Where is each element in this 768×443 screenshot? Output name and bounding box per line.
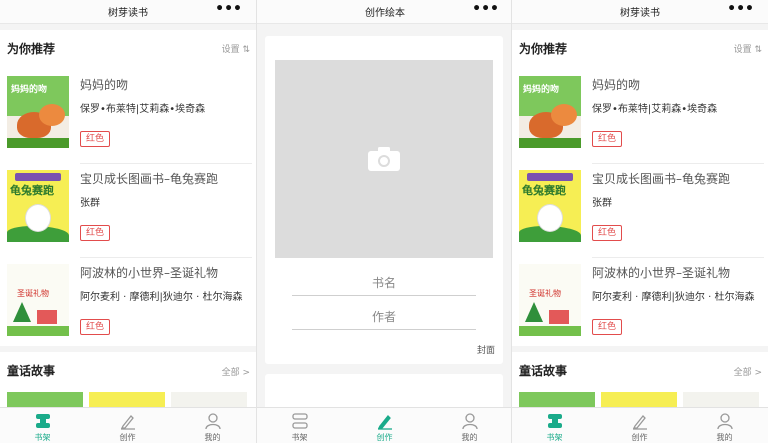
book-title[interactable]: 阿波林的小世界–圣诞礼物 [592,264,730,281]
tab-mine[interactable]: 我的 [682,408,767,443]
tab-bar: 书架 创作 我的 [257,407,511,443]
tab-bookshelf[interactable]: 书架 [257,408,342,443]
book-author: 阿尔麦利 · 摩德利|狄迪尔 · 杜尔海森 [592,292,755,303]
book-title[interactable]: 阿波林的小世界–圣诞礼物 [80,264,218,281]
book-cover[interactable]: 龟兔赛跑 [7,170,69,242]
tab-mine[interactable]: 我的 [170,408,255,443]
bookshelf-screen: 树芽读书 ••• 为你推荐 设置 ⇅ 妈妈的吻 妈妈的吻 保罗•布莱特|艾莉森•… [512,0,768,443]
author-field[interactable]: 作者 [292,308,476,330]
recommend-title: 为你推荐 [7,42,56,56]
cover-text: 龟兔赛跑 [522,184,566,197]
recommend-section: 为你推荐 设置 ⇅ 妈妈的吻 妈妈的吻 保罗•布莱特|艾莉森•埃奇森 红色 龟兔… [0,30,256,346]
create-screen: 创作绘本 ••• 书名 作者 封面 书架 创作 我的 [256,0,512,443]
book-item[interactable]: 龟兔赛跑 宝贝成长图画书–龟兔赛跑 张群 红色 [0,164,256,258]
user-icon [716,413,733,430]
tales-section: 童话故事 全部 > [0,352,256,412]
all-link[interactable]: 全部 > [222,365,250,378]
book-title[interactable]: 宝贝成长图画书–龟兔赛跑 [592,170,730,187]
settings-link[interactable]: 设置 ⇅ [734,42,762,55]
book-item[interactable]: 妈妈的吻 妈妈的吻 保罗•布莱特|艾莉森•埃奇森 红色 [0,70,256,164]
bookshelf-icon [35,414,50,428]
bookshelf-icon [291,413,308,429]
recommend-title: 为你推荐 [519,42,568,56]
book-author: 张群 [592,198,612,209]
tab-label: 书架 [546,433,563,442]
tab-label: 我的 [204,433,221,442]
pencil-icon [377,415,392,430]
bookshelf-icon [547,414,562,428]
tab-create[interactable]: 创作 [597,408,682,443]
header: 树芽读书 ••• [512,0,768,24]
tag-badge: 红色 [80,225,111,241]
cover-text: 妈妈的吻 [523,85,560,95]
tab-label: 创作 [376,433,393,442]
cover-text: 妈妈的吻 [11,85,48,95]
tab-create[interactable]: 创作 [85,408,170,443]
book-title[interactable]: 妈妈的吻 [80,76,128,93]
create-card: 书名 作者 封面 [265,36,503,364]
tag-badge: 红色 [592,225,623,241]
tab-mine[interactable]: 我的 [427,408,511,443]
cover-text: 龟兔赛跑 [10,184,54,197]
pencil-icon [632,415,647,430]
bookshelf-screen: 树芽读书 ••• 为你推荐 设置 ⇅ 妈妈的吻 妈妈的吻 保罗•布莱特|艾莉森•… [0,0,256,443]
recommend-section: 为你推荐 设置 ⇅ 妈妈的吻 妈妈的吻 保罗•布莱特|艾莉森•埃奇森 红色 龟兔… [512,30,768,346]
cover-text: 圣诞礼物 [529,289,561,298]
book-cover[interactable]: 妈妈的吻 [519,76,581,148]
book-cover[interactable]: 妈妈的吻 [7,76,69,148]
cover-text: 圣诞礼物 [17,289,49,298]
tag-badge: 红色 [80,131,111,147]
book-title[interactable]: 妈妈的吻 [592,76,640,93]
tales-title: 童话故事 [7,364,56,378]
book-author: 阿尔麦利 · 摩德利|狄迪尔 · 杜尔海森 [80,292,243,303]
tab-label: 我的 [716,433,733,442]
book-item[interactable]: 圣诞礼物 阿波林的小世界–圣诞礼物 阿尔麦利 · 摩德利|狄迪尔 · 杜尔海森 … [0,258,256,352]
tag-badge: 红色 [592,131,623,147]
cover-upload-area[interactable] [275,60,493,258]
more-menu-button[interactable]: ••• [215,1,242,17]
tab-bookshelf[interactable]: 书架 [0,408,85,443]
settings-link[interactable]: 设置 ⇅ [222,42,250,55]
tag-badge: 红色 [80,319,111,335]
tales-title: 童话故事 [519,364,568,378]
header: 创作绘本 ••• [257,0,511,24]
tab-label: 书架 [291,433,308,442]
tab-create[interactable]: 创作 [342,408,427,443]
book-author: 保罗•布莱特|艾莉森•埃奇森 [80,104,206,115]
book-item[interactable]: 妈妈的吻 妈妈的吻 保罗•布莱特|艾莉森•埃奇森 红色 [512,70,768,164]
user-icon [461,413,478,430]
tab-label: 创作 [631,433,648,442]
tab-label: 创作 [119,433,136,442]
camera-icon [368,147,400,171]
tag-badge: 红色 [592,319,623,335]
book-item[interactable]: 龟兔赛跑 宝贝成长图画书–龟兔赛跑 张群 红色 [512,164,768,258]
tab-label: 我的 [461,433,478,442]
book-cover[interactable]: 圣诞礼物 [519,264,581,336]
tab-bookshelf[interactable]: 书架 [512,408,597,443]
tab-bar: 书架 创作 我的 [0,407,256,443]
header: 树芽读书 ••• [0,0,256,24]
tab-bar: 书架 创作 我的 [512,407,768,443]
more-menu-button[interactable]: ••• [472,1,499,17]
book-author: 保罗•布莱特|艾莉森•埃奇森 [592,104,718,115]
book-cover[interactable]: 龟兔赛跑 [519,170,581,242]
cover-label: 封面 [476,346,495,356]
book-cover[interactable]: 圣诞礼物 [7,264,69,336]
all-link[interactable]: 全部 > [734,365,762,378]
tab-label: 书架 [34,433,51,442]
more-menu-button[interactable]: ••• [727,1,754,17]
user-icon [204,413,221,430]
book-item[interactable]: 圣诞礼物 阿波林的小世界–圣诞礼物 阿尔麦利 · 摩德利|狄迪尔 · 杜尔海森 … [512,258,768,352]
pencil-icon [120,415,135,430]
book-author: 张群 [80,198,100,209]
book-name-field[interactable]: 书名 [292,274,476,296]
book-title[interactable]: 宝贝成长图画书–龟兔赛跑 [80,170,218,187]
tales-section: 童话故事 全部 > [512,352,768,412]
